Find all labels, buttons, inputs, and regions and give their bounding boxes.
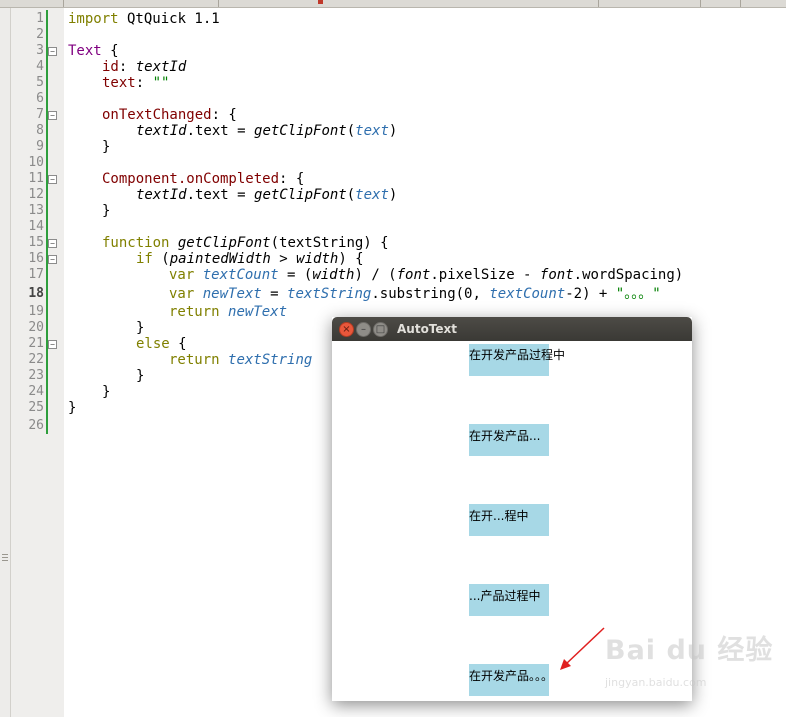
- line-number: 3: [36, 43, 44, 58]
- code-line-22: return textString: [169, 352, 313, 368]
- window-titlebar[interactable]: × – □ AutoText: [332, 317, 692, 341]
- code-line-3: Text {: [68, 43, 119, 59]
- line-number: 14: [28, 219, 44, 234]
- code-line-18: var newText = textString.substring(0, te…: [169, 286, 661, 302]
- code-line-4: id: textId: [102, 59, 187, 75]
- code-line-15: function getClipFont(textString) {: [102, 235, 389, 251]
- line-number: 23: [28, 368, 44, 383]
- text-item-label: 在开发产品...: [469, 429, 541, 443]
- text-item-label: ...产品过程中: [469, 589, 541, 603]
- baidu-watermark: Bai du 经验 jingyan.baidu.com: [597, 630, 777, 708]
- line-number: 2: [36, 27, 44, 42]
- fold-toggle-icon[interactable]: −: [48, 111, 57, 120]
- code-line-23: }: [136, 368, 145, 384]
- line-number: 7: [36, 107, 44, 122]
- line-number: 19: [28, 304, 44, 319]
- fold-toggle-icon[interactable]: −: [48, 239, 57, 248]
- text-item-label: 在开发产品。。。: [469, 669, 554, 683]
- line-number: 1: [36, 11, 44, 26]
- code-line-5: text: "": [102, 75, 170, 91]
- change-indicator-bar: [46, 10, 48, 434]
- minimize-button[interactable]: –: [356, 322, 371, 337]
- code-line-11: Component.onCompleted: {: [102, 171, 305, 187]
- close-button[interactable]: ×: [339, 322, 354, 337]
- line-number: 20: [28, 320, 44, 335]
- fold-toggle-icon[interactable]: −: [48, 340, 57, 349]
- line-number: 11: [28, 171, 44, 186]
- line-number: 21: [28, 336, 44, 351]
- line-number-gutter: 1 2 3−4 5 6 7−8 9 10 11−12 13 14 15−16−17 18 19 20 21−2…: [11, 8, 64, 717]
- line-number: 24: [28, 384, 44, 399]
- line-number: 25: [28, 400, 44, 415]
- code-line-9: }: [102, 139, 111, 155]
- toolbar-separator: [63, 0, 64, 7]
- code-line-25: }: [68, 400, 77, 416]
- code-line-16: if (paintedWidth > width) {: [136, 251, 364, 267]
- watermark-url: jingyan.baidu.com: [605, 676, 707, 689]
- code-line-24: }: [102, 384, 111, 400]
- close-icon: ×: [342, 324, 351, 335]
- line-number: 4: [36, 59, 44, 74]
- watermark-logo: Bai du 经验: [605, 635, 774, 666]
- line-number: 5: [36, 75, 44, 90]
- line-number: 17: [28, 267, 44, 282]
- code-line-12: textId.text = getClipFont(text): [136, 187, 398, 203]
- window-title: AutoText: [397, 322, 458, 336]
- line-number: 15: [28, 235, 44, 250]
- line-number: 13: [28, 203, 44, 218]
- code-line-13: }: [102, 203, 111, 219]
- line-number: 26: [28, 418, 44, 433]
- fold-toggle-icon[interactable]: −: [48, 47, 57, 56]
- code-line-7: onTextChanged: {: [102, 107, 237, 123]
- text-item-label: 在开...程中: [469, 509, 529, 523]
- side-panel-splitter[interactable]: [0, 8, 11, 717]
- fold-toggle-icon[interactable]: −: [48, 255, 57, 264]
- code-line-19: return newText: [169, 304, 288, 320]
- code-line-17: var textCount = (width) / (font.pixelSiz…: [169, 267, 684, 283]
- fold-toggle-icon[interactable]: −: [48, 175, 57, 184]
- line-number: 18: [28, 286, 44, 301]
- code-line-1: import QtQuick 1.1: [68, 11, 220, 27]
- line-number: 10: [28, 155, 44, 170]
- splitter-grip: [2, 560, 8, 561]
- line-number: 12: [28, 187, 44, 202]
- line-number: 22: [28, 352, 44, 367]
- maximize-icon: □: [375, 324, 386, 335]
- code-line-20: }: [136, 320, 145, 336]
- text-item-label: 在开发产品过程中: [469, 348, 566, 362]
- line-number: 8: [36, 123, 44, 138]
- minimize-icon: –: [361, 324, 366, 335]
- splitter-grip: [2, 554, 8, 555]
- maximize-button[interactable]: □: [373, 322, 388, 337]
- line-number: 16: [28, 251, 44, 266]
- code-line-8: textId.text = getClipFont(text): [136, 123, 398, 139]
- code-line-21: else {: [136, 336, 187, 352]
- line-number: 9: [36, 139, 44, 154]
- line-number: 6: [36, 91, 44, 106]
- splitter-grip: [2, 557, 8, 558]
